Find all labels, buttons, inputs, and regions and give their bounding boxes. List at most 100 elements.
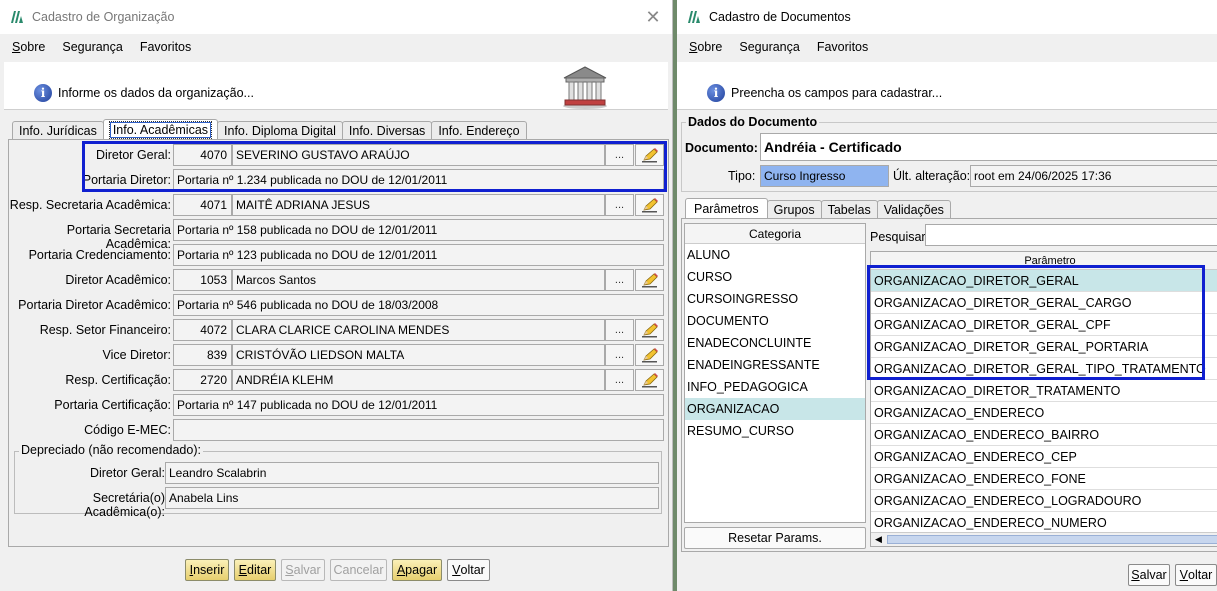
tab-info-diploma-digital[interactable]: Info. Diploma Digital <box>217 121 343 140</box>
name-field[interactable]: MAITÊ ADRIANA JESUS <box>232 194 605 216</box>
tab-parametros[interactable]: Parâmetros <box>685 198 768 219</box>
info-icon: i <box>707 84 725 102</box>
categoria-item[interactable]: ENADECONCLUINTE <box>685 332 865 354</box>
code-field[interactable]: 2720 <box>173 369 232 391</box>
parametro-row[interactable]: ORGANIZACAO_ENDERECO_LOGRADOURO <box>871 490 1217 512</box>
parametro-row[interactable]: ORGANIZACAO_ENDERECO <box>871 402 1217 424</box>
tipo-field[interactable]: Curso Ingresso <box>760 165 889 187</box>
pencil-icon[interactable] <box>635 319 664 341</box>
categoria-item[interactable]: ORGANIZACAO <box>685 398 865 420</box>
menu-bar: Sobre Segurança Favoritos <box>677 34 1217 60</box>
menu-favoritos[interactable]: Favoritos <box>140 40 191 54</box>
menu-sobre[interactable]: Sobre <box>689 40 722 54</box>
pencil-icon[interactable] <box>635 369 664 391</box>
ult-alteracao-field: root em 24/06/2025 17:36 <box>970 165 1217 187</box>
categoria-item[interactable]: ENADEINGRESSANTE <box>685 354 865 376</box>
close-icon[interactable]: ✕ <box>642 6 664 28</box>
deprecated-group: Depreciado (não recomendado): Diretor Ge… <box>14 443 662 519</box>
deprecated-secretaria-label: Secretária(o) Acadêmica(o): <box>84 491 165 519</box>
menu-favoritos[interactable]: Favoritos <box>817 40 868 54</box>
tab-panel: Diretor Geral: 4070 SEVERINO GUSTAVO ARAÚJ… <box>8 139 669 547</box>
voltar-button[interactable]: Voltar <box>447 559 490 581</box>
code-field[interactable]: 839 <box>173 344 232 366</box>
salvar-button[interactable]: Salvar <box>1128 564 1170 586</box>
parametro-row[interactable]: ORGANIZACAO_DIRETOR_TRATAMENTO <box>871 380 1217 402</box>
editar-button[interactable]: Editar <box>234 559 276 581</box>
name-field[interactable]: ANDRÉIA KLEHM <box>232 369 605 391</box>
tab-tabelas[interactable]: Tabelas <box>820 200 878 219</box>
scroll-left-icon[interactable]: ◀ <box>875 534 882 545</box>
menu-seguranca[interactable]: Segurança <box>739 40 799 54</box>
code-field[interactable]: 4071 <box>173 194 232 216</box>
deprecated-secretaria-field[interactable]: Anabela Lins <box>165 487 659 509</box>
scroll-thumb[interactable] <box>887 535 1217 544</box>
tab-info-juridicas[interactable]: Info. Jurídicas <box>12 121 104 140</box>
search-label: Pesquisar: <box>870 230 930 244</box>
highlight-box <box>867 265 1205 380</box>
title-bar: Cadastro de Documentos <box>677 0 1217 34</box>
salvar-button[interactable]: Salvar <box>281 559 325 581</box>
menu-seguranca[interactable]: Segurança <box>62 40 122 54</box>
apagar-button[interactable]: Apagar <box>392 559 442 581</box>
pencil-icon[interactable] <box>635 344 664 366</box>
categoria-item[interactable]: CURSOINGRESSO <box>685 288 865 310</box>
tipo-label: Tipo: <box>728 169 756 183</box>
name-field[interactable]: CRISTÓVÃO LIEDSON MALTA <box>232 344 605 366</box>
org-tabs: Info. Jurídicas Info. Acadêmicas Info. D… <box>12 119 527 140</box>
categoria-item[interactable]: DOCUMENTO <box>685 310 865 332</box>
parametro-row[interactable]: ORGANIZACAO_ENDERECO_FONE <box>871 468 1217 490</box>
app-logo-icon <box>688 11 700 23</box>
voltar-button[interactable]: Voltar <box>1175 564 1217 586</box>
categoria-list[interactable]: Categoria ALUNO CURSO CURSOINGRESSO DOCUMEN… <box>684 223 866 523</box>
categoria-item[interactable]: RESUMO_CURSO <box>685 420 865 442</box>
window-title: Cadastro de Documentos <box>709 10 851 24</box>
tab-info-endereco[interactable]: Info. Endereço <box>431 121 527 140</box>
text-field[interactable]: Portaria nº 123 publicada no DOU de 12/0… <box>173 244 664 266</box>
categoria-item[interactable]: CURSO <box>685 266 865 288</box>
lookup-button[interactable]: ... <box>605 194 634 216</box>
categoria-item[interactable]: ALUNO <box>685 244 865 266</box>
info-icon: i <box>34 84 52 102</box>
parametro-row[interactable]: ORGANIZACAO_ENDERECO_CEP <box>871 446 1217 468</box>
info-banner: i Preencha os campos para cadastrar... <box>677 62 1217 110</box>
categoria-item[interactable]: INFO_PEDAGOGICA <box>685 376 865 398</box>
lookup-button[interactable]: ... <box>605 344 634 366</box>
search-input[interactable] <box>925 224 1217 246</box>
horizontal-scrollbar[interactable]: ◀ <box>871 532 1217 546</box>
tab-validacoes[interactable]: Validações <box>876 200 951 219</box>
tab-info-academicas[interactable]: Info. Acadêmicas <box>102 119 219 140</box>
banner-message: Preencha os campos para cadastrar... <box>731 86 943 100</box>
field-label: Portaria Credenciamento: <box>28 248 171 262</box>
cancelar-button[interactable]: Cancelar <box>330 559 387 581</box>
reset-params-button[interactable]: Resetar Params. <box>684 527 866 549</box>
tab-info-diversas[interactable]: Info. Diversas <box>341 121 433 140</box>
name-field[interactable]: CLARA CLARICE CAROLINA MENDES <box>232 319 605 341</box>
categoria-header: Categoria <box>685 224 865 244</box>
banner-message: Informe os dados da organização... <box>58 86 254 100</box>
text-field[interactable]: Portaria nº 546 publicada no DOU de 18/0… <box>173 294 664 316</box>
field-label: Resp. Setor Financeiro: <box>39 323 171 337</box>
code-field[interactable]: 1053 <box>173 269 232 291</box>
deprecated-diretor-label: Diretor Geral: <box>89 466 165 480</box>
pencil-icon[interactable] <box>635 269 664 291</box>
deprecated-diretor-field[interactable]: Leandro Scalabrin <box>165 462 659 484</box>
building-icon <box>563 66 607 109</box>
menu-sobre[interactable]: Sobre <box>12 40 45 54</box>
lookup-button[interactable]: ... <box>605 369 634 391</box>
document-data-group: Dados do Documento Documento: Andréia - … <box>681 115 1217 192</box>
text-field[interactable] <box>173 419 664 441</box>
text-field[interactable]: Portaria nº 158 publicada no DOU de 12/0… <box>173 219 664 241</box>
code-field[interactable]: 4072 <box>173 319 232 341</box>
inserir-button[interactable]: Inserir <box>185 559 229 581</box>
text-field[interactable]: Portaria nº 147 publicada no DOU de 12/0… <box>173 394 664 416</box>
pencil-icon[interactable] <box>635 194 664 216</box>
parametro-row[interactable]: ORGANIZACAO_ENDERECO_NUMERO <box>871 512 1217 534</box>
lookup-button[interactable]: ... <box>605 269 634 291</box>
tab-grupos[interactable]: Grupos <box>766 200 822 219</box>
highlight-box <box>82 141 667 192</box>
parametro-row[interactable]: ORGANIZACAO_ENDERECO_BAIRRO <box>871 424 1217 446</box>
lookup-button[interactable]: ... <box>605 319 634 341</box>
name-field[interactable]: Marcos Santos <box>232 269 605 291</box>
field-label: Portaria Secretaria Acadêmica: <box>66 223 171 251</box>
document-field[interactable]: Andréia - Certificado <box>760 133 1217 161</box>
